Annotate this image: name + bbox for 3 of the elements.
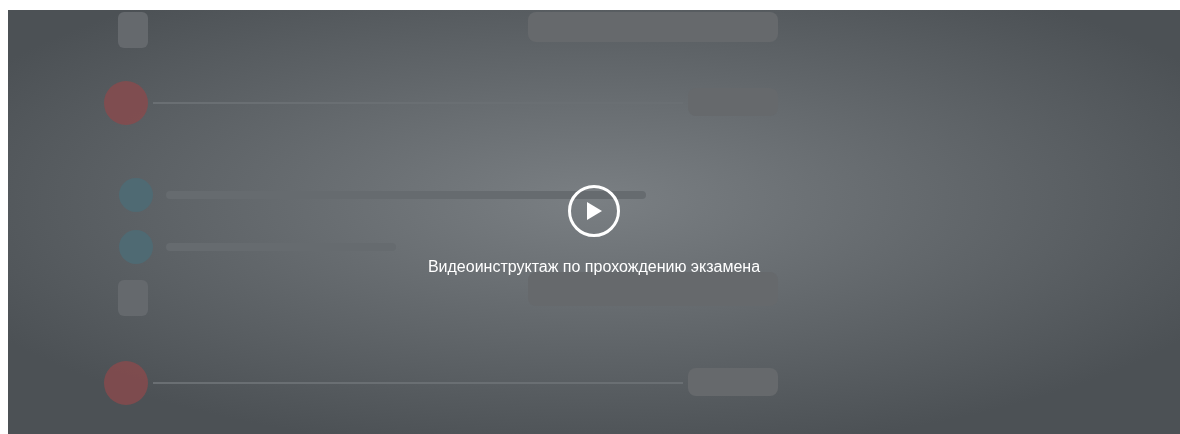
video-caption: Видеоинструктаж по прохождению экзамена — [427, 257, 761, 277]
play-button[interactable] — [568, 185, 620, 237]
play-icon — [585, 201, 603, 221]
